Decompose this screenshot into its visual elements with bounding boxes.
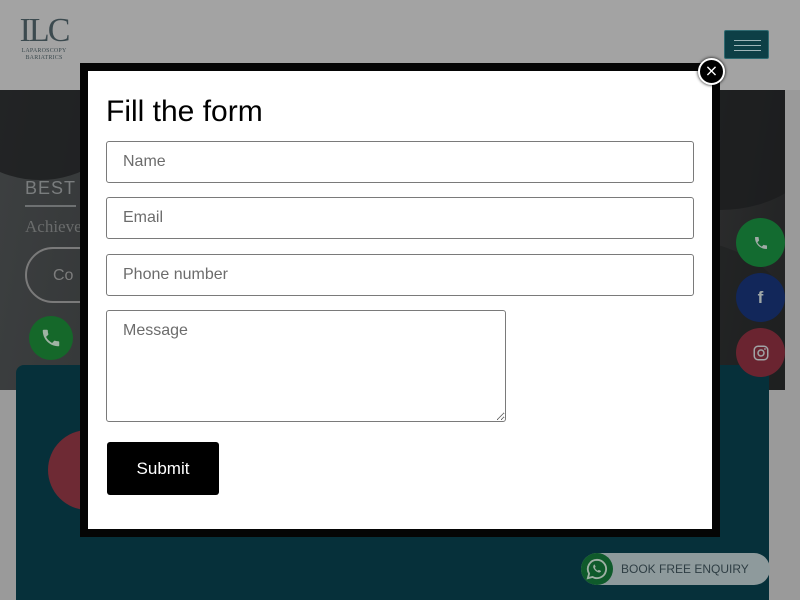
hero-tagline: Achieve bbox=[25, 217, 82, 236]
name-input[interactable] bbox=[106, 141, 694, 183]
submit-button[interactable]: Submit bbox=[107, 442, 219, 495]
book-enquiry-button[interactable]: BOOK FREE ENQUIRY bbox=[581, 553, 770, 585]
instagram-icon bbox=[736, 328, 785, 377]
menu-button[interactable] bbox=[724, 30, 769, 59]
menu-icon-bar bbox=[734, 40, 761, 41]
email-input[interactable] bbox=[106, 197, 694, 239]
float-phone-button[interactable] bbox=[736, 218, 785, 267]
modal-title: Fill the form bbox=[106, 95, 263, 128]
close-icon[interactable]: × bbox=[698, 58, 725, 85]
menu-icon-bar bbox=[734, 45, 761, 46]
menu-icon-bar bbox=[734, 50, 761, 51]
facebook-icon: f bbox=[757, 287, 764, 307]
hero-kicker: BEST bbox=[25, 178, 77, 207]
logo-line-1: LAPAROSCOPY bbox=[21, 48, 67, 54]
message-textarea[interactable] bbox=[106, 310, 506, 422]
enquiry-label: BOOK FREE ENQUIRY bbox=[621, 562, 749, 576]
logo-line-2: BARIATRICS bbox=[25, 55, 63, 61]
whatsapp-icon bbox=[581, 553, 613, 585]
site-logo[interactable]: ILC LAPAROSCOPY BARIATRICS bbox=[14, 14, 74, 76]
phone-input[interactable] bbox=[106, 254, 694, 296]
float-instagram-button[interactable] bbox=[736, 328, 785, 377]
phone-icon bbox=[42, 329, 60, 347]
hero-phone-button[interactable] bbox=[29, 316, 73, 360]
float-facebook-button[interactable]: f bbox=[736, 273, 785, 322]
logo-mark: ILC bbox=[19, 12, 71, 49]
enquiry-modal: Fill the form Submit bbox=[80, 63, 720, 537]
phone-icon bbox=[736, 218, 785, 267]
